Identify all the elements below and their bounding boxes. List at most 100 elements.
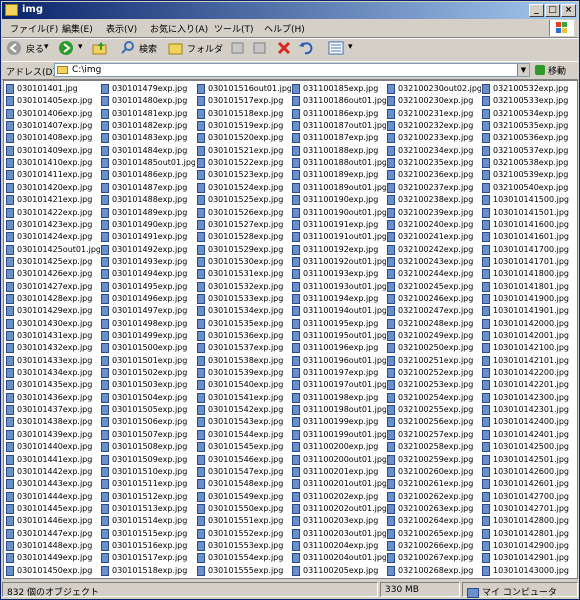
file-item[interactable]: 103010141901.jpg [482,305,576,317]
file-item[interactable]: 030101439exp.jpg [6,429,100,441]
file-item[interactable]: 031100191exp.jpg [292,219,386,231]
file-item[interactable]: 032100537exp.jpg [482,145,576,157]
file-item[interactable]: 030101431exp.jpg [6,330,100,342]
file-item[interactable]: 103010142101.jpg [482,355,576,367]
file-item[interactable]: 030101484exp.jpg [101,145,195,157]
file-item[interactable]: 032100231exp.jpg [387,108,481,120]
chevron-down-icon[interactable]: ▼ [517,64,529,76]
file-item[interactable]: 032100245exp.jpg [387,281,481,293]
file-item[interactable]: 103010141601.jpg [482,231,576,243]
file-item[interactable]: 032100257exp.jpg [387,429,481,441]
file-item[interactable]: 103010142800.jpg [482,515,576,527]
search-button[interactable]: 検索 [139,42,157,55]
file-item[interactable]: 030101421exp.jpg [6,194,100,206]
file-item[interactable]: 030101508exp.jpg [101,441,195,453]
menu-edit[interactable]: 編集(E) [62,22,93,35]
file-item[interactable]: 030101541exp.jpg [197,392,291,404]
file-item[interactable]: 030101518exp.jpg [101,565,195,577]
file-item[interactable]: 030101498exp.jpg [101,318,195,330]
file-item[interactable]: 031100187out01.jpg [292,120,386,132]
file-item[interactable]: 030101548exp.jpg [197,478,291,490]
menu-help[interactable]: ヘルプ(H) [264,22,305,35]
search-icon[interactable] [120,40,136,59]
file-item[interactable]: 030101486exp.jpg [101,169,195,181]
file-item[interactable]: 030101401.jpg [6,83,100,95]
file-item[interactable]: 103010142701.jpg [482,503,576,515]
file-item[interactable]: 031100189exp.jpg [292,169,386,181]
menu-tools[interactable]: ツール(T) [214,22,254,35]
file-item[interactable]: 030101425out01.jpg [6,244,100,256]
file-item[interactable]: 032100534exp.jpg [482,108,576,120]
file-item[interactable]: 031100193out01.jpg [292,281,386,293]
file-item[interactable]: 032100244exp.jpg [387,268,481,280]
file-item[interactable]: 032100258exp.jpg [387,441,481,453]
file-item[interactable]: 103010142400.jpg [482,416,576,428]
file-item[interactable]: 032100539exp.jpg [482,169,576,181]
file-item[interactable]: 030101517exp.jpg [101,552,195,564]
file-item[interactable]: 103010142201.jpg [482,379,576,391]
file-item[interactable]: 030101440exp.jpg [6,441,100,453]
file-item[interactable]: 030101528exp.jpg [197,231,291,243]
file-item[interactable]: 032100234exp.jpg [387,145,481,157]
file-item[interactable]: 031100190exp.jpg [292,194,386,206]
file-item[interactable]: 103010141800.jpg [482,268,576,280]
folders-button[interactable]: フォルダ [187,42,223,55]
chevron-down-icon[interactable]: ▾ [348,42,353,52]
file-item[interactable]: 030101501exp.jpg [101,355,195,367]
file-item[interactable]: 031100196out01.jpg [292,355,386,367]
file-item[interactable]: 030101534exp.jpg [197,305,291,317]
file-item[interactable]: 030101410exp.jpg [6,157,100,169]
file-item[interactable]: 031100198out01.jpg [292,404,386,416]
file-item[interactable]: 030101483exp.jpg [101,132,195,144]
file-item[interactable]: 031100204out01.jpg [292,552,386,564]
file-item[interactable]: 031100200out01.jpg [292,454,386,466]
file-item[interactable]: 030101509exp.jpg [101,454,195,466]
file-item[interactable]: 030101487exp.jpg [101,182,195,194]
file-item[interactable]: 030101496exp.jpg [101,293,195,305]
file-item[interactable]: 030101526exp.jpg [197,207,291,219]
file-item[interactable]: 032100251exp.jpg [387,355,481,367]
move-to-icon[interactable] [230,40,246,59]
file-item[interactable]: 031100199out01.jpg [292,429,386,441]
file-item[interactable]: 032100237exp.jpg [387,182,481,194]
file-item[interactable]: 032100259exp.jpg [387,454,481,466]
file-item[interactable]: 032100242exp.jpg [387,244,481,256]
file-item[interactable]: 032100266exp.jpg [387,540,481,552]
file-item[interactable]: 031100197out01.jpg [292,379,386,391]
file-item[interactable]: 031100190out01.jpg [292,207,386,219]
file-item[interactable]: 030101444exp.jpg [6,491,100,503]
file-item[interactable]: 032100256exp.jpg [387,416,481,428]
file-item[interactable]: 030101437exp.jpg [6,404,100,416]
file-item[interactable]: 030101445exp.jpg [6,503,100,515]
file-item[interactable]: 030101497exp.jpg [101,305,195,317]
file-item[interactable]: 030101519exp.jpg [197,120,291,132]
close-button[interactable]: × [561,4,576,17]
file-item[interactable]: 031100186exp.jpg [292,108,386,120]
file-item[interactable]: 032100246exp.jpg [387,293,481,305]
file-item[interactable]: 030101553exp.jpg [197,540,291,552]
back-button[interactable]: 戻る [26,42,44,55]
file-item[interactable]: 032100230exp.jpg [387,95,481,107]
file-item[interactable]: 031100201out01.jpg [292,478,386,490]
file-item[interactable]: 030101524exp.jpg [197,182,291,194]
file-item[interactable]: 030101555exp.jpg [197,565,291,577]
file-item[interactable]: 030101422exp.jpg [6,207,100,219]
file-item[interactable]: 032100240exp.jpg [387,219,481,231]
file-item[interactable]: 030101505exp.jpg [101,404,195,416]
file-item[interactable]: 030101448exp.jpg [6,540,100,552]
file-item[interactable]: 030101446exp.jpg [6,515,100,527]
file-item[interactable]: 030101543exp.jpg [197,416,291,428]
file-item[interactable]: 103010142301.jpg [482,404,576,416]
file-item[interactable]: 032100261exp.jpg [387,478,481,490]
file-item[interactable]: 031100187exp.jpg [292,132,386,144]
file-item[interactable]: 103010142200.jpg [482,367,576,379]
delete-icon[interactable] [276,40,292,59]
file-item[interactable]: 030101442exp.jpg [6,466,100,478]
file-item[interactable]: 030101554exp.jpg [197,552,291,564]
minimize-button[interactable]: _ [529,4,544,17]
file-list[interactable]: 030101401.jpg 030101405exp.jpg 030101406ex… [3,80,578,579]
file-item[interactable]: 032100268exp.jpg [387,565,481,577]
file-item[interactable]: 030101503exp.jpg [101,379,195,391]
file-item[interactable]: 032100243exp.jpg [387,256,481,268]
copy-to-icon[interactable] [252,40,268,59]
